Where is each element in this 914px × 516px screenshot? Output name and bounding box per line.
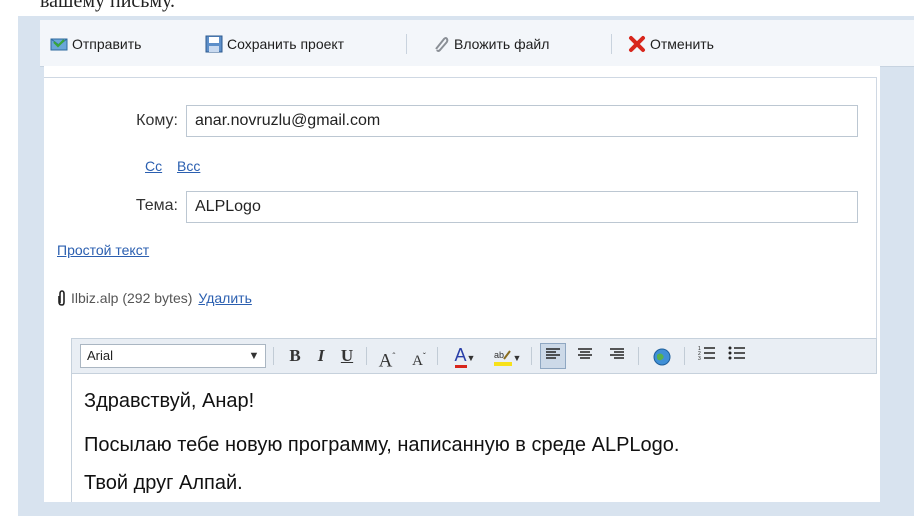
send-label: Отправить xyxy=(72,36,142,52)
svg-text:ab: ab xyxy=(494,350,504,360)
attach-file-label: Вложить файл xyxy=(454,36,550,52)
attach-file-button[interactable]: Вложить файл xyxy=(432,32,549,56)
align-center-icon xyxy=(577,344,593,359)
floppy-disk-icon xyxy=(205,35,223,53)
form-top-border xyxy=(44,77,876,78)
paperclip-icon xyxy=(432,35,450,53)
attachment-clip-icon xyxy=(57,290,67,306)
subject-label: Тема: xyxy=(135,197,178,214)
align-right-icon xyxy=(609,344,625,359)
decrease-font-size-label: A xyxy=(412,353,423,369)
bcc-link[interactable]: Bcc xyxy=(177,158,200,174)
compose-toolbar: Отправить Сохранить проект Вложить файл … xyxy=(40,20,914,67)
message-line-greeting: Здравствуй, Анар! xyxy=(84,390,255,412)
highlighter-icon: ab xyxy=(493,347,513,367)
bulleted-list-icon xyxy=(728,344,746,360)
to-input[interactable]: anar.novruzlu@gmail.com xyxy=(186,105,858,137)
highlight-dropdown-icon: ▼ xyxy=(512,353,522,363)
message-line-body: Посылаю тебе новую программу, написанную… xyxy=(84,434,680,456)
increase-font-size-button[interactable]: Aˆ xyxy=(376,344,398,372)
send-button[interactable]: Отправить xyxy=(50,32,141,56)
toolbar-separator xyxy=(366,347,367,365)
attachment-row: Ilbiz.alp (292 bytes) Удалить xyxy=(57,287,252,309)
align-right-button[interactable] xyxy=(604,344,630,368)
cc-link[interactable]: Cc xyxy=(145,158,162,174)
save-project-button[interactable]: Сохранить проект xyxy=(205,32,344,56)
svg-text:3: 3 xyxy=(698,356,701,361)
message-line-signature: Твой друг Алпай. xyxy=(84,472,243,494)
cancel-x-icon xyxy=(628,35,646,53)
italic-button[interactable]: I xyxy=(310,344,332,368)
toolbar-separator xyxy=(406,34,407,54)
plain-text-link[interactable]: Простой текст xyxy=(57,242,149,258)
font-color-button[interactable]: A▼ xyxy=(448,344,482,368)
send-envelope-icon xyxy=(50,35,68,53)
subject-input[interactable]: ALPLogo xyxy=(186,191,858,223)
toolbar-separator xyxy=(611,34,612,54)
to-label: Кому: xyxy=(136,112,178,129)
chevron-down-icon: ▼ xyxy=(248,350,260,362)
insert-link-button[interactable] xyxy=(649,344,675,368)
editor-toolbar: Arial ▼ B I U Aˆ Aˇ A▼ ab ▼ 1 2 3 xyxy=(71,338,877,374)
message-editor[interactable]: Здравствуй, Анар! Посылаю тебе новую про… xyxy=(71,374,877,502)
toolbar-separator xyxy=(273,347,274,365)
font-family-value: Arial xyxy=(87,348,114,363)
save-project-label: Сохранить проект xyxy=(227,36,345,52)
bold-button[interactable]: B xyxy=(284,344,306,368)
highlight-color-button[interactable]: ab ▼ xyxy=(490,344,524,368)
toolbar-separator xyxy=(437,347,438,365)
align-left-button[interactable] xyxy=(540,343,566,369)
delete-attachment-link[interactable]: Удалить xyxy=(198,290,251,306)
increase-arrow-icon: ˆ xyxy=(392,351,396,361)
preceding-text-fragment: вашему письму. xyxy=(40,0,176,12)
numbered-list-icon: 1 2 3 xyxy=(698,344,716,362)
globe-link-icon xyxy=(652,347,672,367)
align-left-icon xyxy=(545,344,561,359)
cancel-label: Отменить xyxy=(650,36,714,52)
toolbar-separator xyxy=(531,347,532,365)
attachment-name: Ilbiz.alp (292 bytes) xyxy=(71,290,193,306)
numbered-list-button[interactable]: 1 2 3 xyxy=(694,344,720,368)
font-color-dropdown-icon: ▼ xyxy=(466,353,476,363)
decrease-font-size-button[interactable]: Aˇ xyxy=(408,344,430,369)
cancel-button[interactable]: Отменить xyxy=(628,32,714,56)
right-border-strip xyxy=(877,16,914,502)
increase-font-size-label: A xyxy=(378,350,393,372)
font-family-select[interactable]: Arial ▼ xyxy=(80,344,266,368)
align-center-button[interactable] xyxy=(572,344,598,368)
decrease-arrow-icon: ˇ xyxy=(422,351,426,361)
toolbar-separator xyxy=(638,347,639,365)
font-color-label: A xyxy=(454,345,467,368)
toolbar-separator xyxy=(684,347,685,365)
underline-button[interactable]: U xyxy=(336,344,358,368)
bulleted-list-button[interactable] xyxy=(724,344,750,368)
